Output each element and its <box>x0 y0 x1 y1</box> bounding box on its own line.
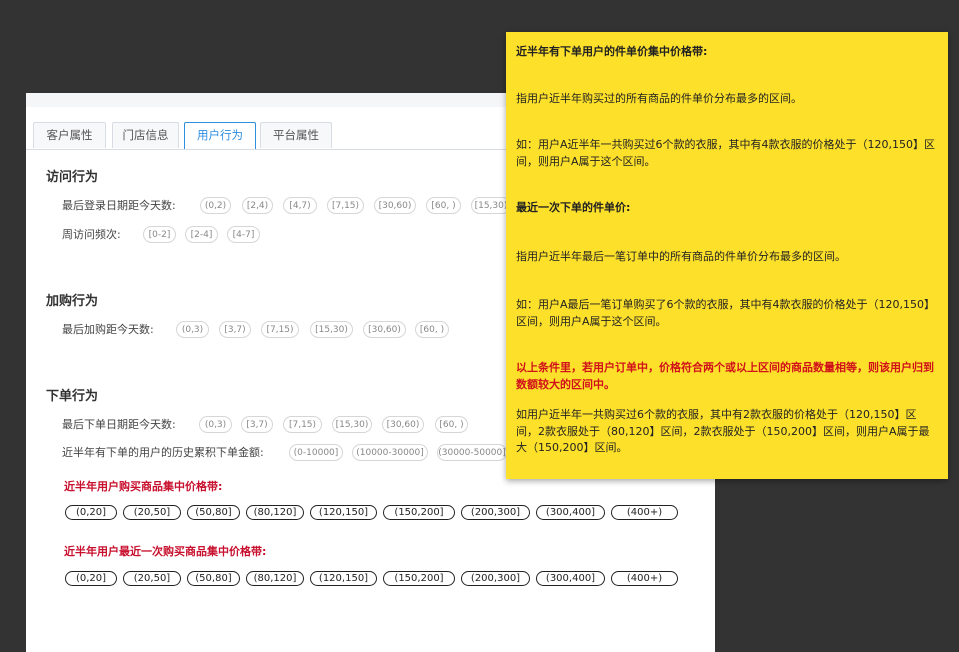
last-price-band-pill[interactable]: (0,20] <box>65 571 117 586</box>
note-example-last-order: 如：用户A最后一笔订单购买了6个款的衣服，其中有4款衣服的价格处于（120,15… <box>516 298 936 328</box>
tab-store-info[interactable]: 门店信息 <box>112 122 179 148</box>
last-price-band-pill[interactable]: (300,400] <box>536 571 605 586</box>
price-band-pill[interactable]: (300,400] <box>536 505 605 520</box>
cart-chip[interactable]: [3,7) <box>219 321 251 338</box>
price-band-pill[interactable]: (200,300] <box>461 505 530 520</box>
tab-user-behavior[interactable]: 用户行为 <box>184 122 256 149</box>
cart-days-label: 最后加购距今天数: <box>62 323 154 336</box>
price-band-pill[interactable]: (50,80] <box>187 505 240 520</box>
note-definition-last-order: 指用户近半年最后一笔订单中的所有商品的件单价分布最多的区间。 <box>516 249 846 263</box>
order-chip[interactable]: (0,3) <box>199 416 232 433</box>
order-chip[interactable]: [15,30) <box>332 416 372 433</box>
login-chip[interactable]: [2,4) <box>242 197 273 214</box>
note-example: 如：用户A近半年一共购买过6个款的衣服，其中有4款衣服的价格处于（120,150… <box>516 138 936 168</box>
login-chip[interactable]: [4,7) <box>283 197 317 214</box>
note-rule-example: 如用户近半年一共购买过6个款的衣服，其中有2款衣服的价格处于（120,150】区… <box>516 408 930 454</box>
order-days-label: 最后下单日期距今天数: <box>62 418 176 431</box>
login-chip[interactable]: [15,30) <box>471 197 511 214</box>
cart-chip[interactable]: [30,60) <box>363 321 406 338</box>
price-band-pill[interactable]: (20,50] <box>123 505 181 520</box>
login-days-label: 最后登录日期距今天数: <box>62 199 176 212</box>
last-price-band-pill[interactable]: (200,300] <box>461 571 530 586</box>
section-title-visit: 访问行为 <box>46 170 99 185</box>
visit-frequency-label: 周访问频次: <box>62 228 121 241</box>
login-chip[interactable]: [30,60) <box>374 197 416 214</box>
price-band-pill[interactable]: (400+) <box>611 505 678 520</box>
login-chip[interactable]: [7,15) <box>327 197 364 214</box>
tab-platform-attributes[interactable]: 平台属性 <box>260 122 332 148</box>
login-chip[interactable]: (0,2) <box>200 197 231 214</box>
price-band-pill[interactable]: (120,150] <box>310 505 377 520</box>
frequency-chip[interactable]: [4-7] <box>227 226 260 243</box>
last-price-band-pill[interactable]: (400+) <box>611 571 678 586</box>
price-band-title: 近半年用户购买商品集中价格带: <box>64 480 223 493</box>
tab-customer-attributes[interactable]: 客户属性 <box>33 122 106 148</box>
last-price-band-pill[interactable]: (150,200] <box>383 571 455 586</box>
order-chip[interactable]: [60, ) <box>435 416 468 433</box>
cart-chip[interactable]: (0,3) <box>176 321 209 338</box>
order-amount-label: 近半年有下单的用户的历史累积下单金额: <box>62 446 264 459</box>
amount-chip[interactable]: (30000-50000] <box>437 444 507 461</box>
frequency-chip[interactable]: [0-2] <box>143 226 176 243</box>
amount-chip[interactable]: (10000-30000] <box>352 444 428 461</box>
last-price-band-pill[interactable]: (50,80] <box>187 571 240 586</box>
sticky-note: 近半年有下单用户的件单价集中价格带: 指用户近半年购买过的所有商品的件单价分布最… <box>506 32 948 479</box>
frequency-chip[interactable]: [2-4] <box>185 226 218 243</box>
last-price-band-pill[interactable]: (20,50] <box>123 571 181 586</box>
note-heading-last-order: 最近一次下单的件单价: <box>516 201 631 214</box>
cart-chip[interactable]: [15,30) <box>310 321 353 338</box>
price-band-pill[interactable]: (0,20] <box>65 505 117 520</box>
cart-chip[interactable]: [7,15) <box>261 321 299 338</box>
note-rule: 以上条件里，若用户订单中，价格符合两个或以上区间的商品数量相等，则该用户归到数额… <box>516 361 934 391</box>
cart-chip[interactable]: [60, ) <box>415 321 449 338</box>
price-band-pill[interactable]: (150,200] <box>383 505 455 520</box>
login-chip[interactable]: [60, ) <box>426 197 461 214</box>
price-band-pill[interactable]: (80,120] <box>246 505 304 520</box>
order-chip[interactable]: [30,60) <box>382 416 424 433</box>
note-definition: 指用户近半年购买过的所有商品的件单价分布最多的区间。 <box>516 91 802 105</box>
note-heading-price-band: 近半年有下单用户的件单价集中价格带: <box>516 45 708 58</box>
last-price-band-pill[interactable]: (120,150] <box>310 571 377 586</box>
section-title-cart: 加购行为 <box>46 294 99 309</box>
last-order-price-band-title: 近半年用户最近一次购买商品集中价格带: <box>64 545 267 558</box>
amount-chip[interactable]: (0-10000] <box>289 444 343 461</box>
order-chip[interactable]: [3,7) <box>241 416 273 433</box>
last-price-band-pill[interactable]: (80,120] <box>246 571 304 586</box>
section-title-order: 下单行为 <box>46 389 99 404</box>
order-chip[interactable]: [7,15) <box>283 416 322 433</box>
